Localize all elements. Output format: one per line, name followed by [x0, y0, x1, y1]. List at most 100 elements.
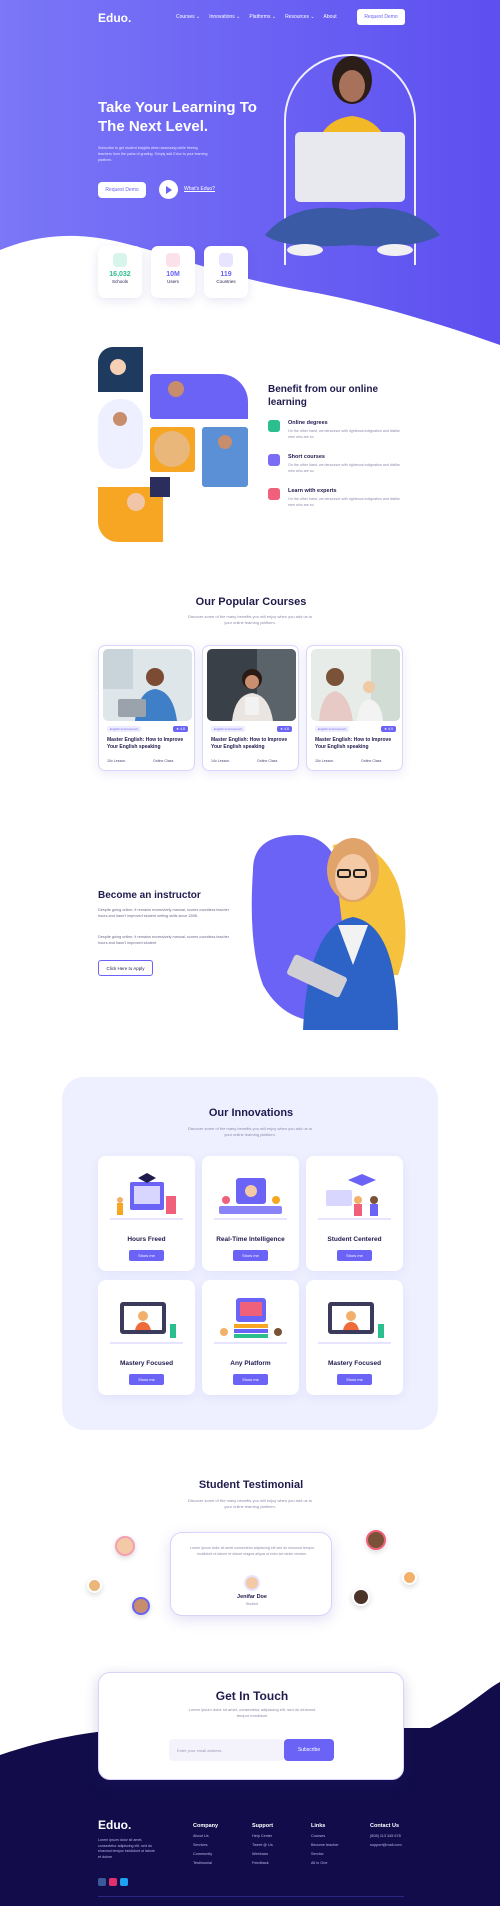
innovation-title: Mastery Focused: [327, 1360, 382, 1367]
course-title[interactable]: Master English: How to Improve Your Engl…: [211, 737, 295, 751]
testimonial-avatar[interactable]: [402, 1570, 417, 1585]
innovation-card[interactable]: Any Platform Show me: [202, 1280, 299, 1395]
play-video-icon[interactable]: [159, 180, 178, 199]
footer-link[interactable]: Courses: [311, 1834, 339, 1838]
nav-courses[interactable]: Courses ⌄: [176, 14, 200, 20]
course-rating: ★ 4.9: [381, 726, 396, 732]
testimonial-avatar[interactable]: [352, 1588, 370, 1606]
footer-link[interactable]: Feedback: [252, 1861, 273, 1865]
footer-link[interactable]: Service: [311, 1852, 339, 1856]
course-tag: English Improvement: [315, 726, 350, 732]
course-card[interactable]: English Improvement ★ 4.8 Master English…: [98, 645, 195, 771]
degree-icon: [268, 420, 280, 432]
page: Eduo. Courses ⌄ Innovations ⌄ Platforms …: [0, 0, 500, 1906]
course-tag: English Improvement: [107, 726, 142, 732]
courses-title: Our Popular Courses: [195, 596, 307, 608]
course-card[interactable]: English Improvement ★ 4.8 Master English…: [202, 645, 299, 771]
request-demo-nav-button[interactable]: Request Demo: [357, 9, 405, 25]
footer-description: Lorem ipsum dolor sit amet, consectetur …: [98, 1838, 155, 1859]
innovation-title: Student Centered: [327, 1236, 382, 1243]
whats-eduo-link[interactable]: What's Eduo?: [184, 186, 215, 192]
innovation-title: Mastery Focused: [119, 1360, 174, 1367]
subscribe-button[interactable]: Subscribe: [284, 1739, 334, 1761]
footer-logo[interactable]: Eduo.: [98, 1818, 131, 1832]
reviewer-avatar: [244, 1575, 260, 1591]
footer-link[interactable]: Testimonial: [193, 1861, 218, 1865]
benefit-title: Benefit from our online learning: [268, 384, 378, 408]
nav-resources[interactable]: Resources ⌄: [285, 14, 314, 20]
testimonial-avatar[interactable]: [366, 1530, 386, 1550]
testimonial-avatar[interactable]: [132, 1597, 150, 1615]
show-me-button[interactable]: Show me: [129, 1250, 164, 1261]
nav-innovations[interactable]: Innovations ⌄: [209, 14, 240, 20]
footer-column-links: Links Courses Become teacher Service All…: [311, 1823, 339, 1865]
course-rating: ★ 4.8: [173, 726, 188, 732]
course-lessons: 14x Lesson: [211, 759, 230, 763]
courses-subtitle: Discover some of the many benefits you w…: [187, 614, 313, 625]
footer-link[interactable]: Help Center: [252, 1834, 273, 1838]
twitter-icon[interactable]: [120, 1878, 128, 1886]
logo[interactable]: Eduo.: [98, 11, 131, 25]
email-input[interactable]: Enter your email address: [169, 1739, 284, 1761]
hero-student-photo: [265, 54, 440, 265]
footer-link[interactable]: Community: [193, 1852, 218, 1856]
nav-platforms[interactable]: Platforms ⌄: [249, 14, 276, 20]
stat-label: Countries: [216, 279, 236, 284]
hero-title: Take Your Learning To The Next Level.: [98, 99, 257, 135]
footer-phone[interactable]: (808) 113 345 678: [370, 1834, 402, 1838]
stat-label: Schools: [111, 279, 128, 284]
footer-column-contact: Contact Us (808) 113 345 678 support@mai…: [370, 1823, 402, 1847]
footer-column-company: Company About Us Services Community Test…: [193, 1823, 218, 1865]
request-demo-button[interactable]: Request Demo: [98, 182, 146, 198]
course-card[interactable]: English Improvement ★ 4.9 Master English…: [306, 645, 403, 771]
show-me-button[interactable]: Show me: [129, 1374, 164, 1385]
show-me-button[interactable]: Show me: [233, 1374, 268, 1385]
innovation-title: Real-Time Intelligence: [216, 1236, 285, 1243]
innovation-card[interactable]: Hours Freed Show me: [98, 1156, 195, 1271]
footer-column-title: Company: [193, 1823, 219, 1829]
course-image: [311, 649, 400, 721]
facebook-icon[interactable]: [98, 1878, 106, 1886]
course-lessons: 15x Lesson: [315, 759, 334, 763]
footer-link[interactable]: All in One: [311, 1861, 339, 1865]
footer-link[interactable]: Tweet @ Us: [252, 1843, 273, 1847]
course-mode: Online Class: [153, 759, 174, 763]
benefit-item-desc: On the other hand, we denounce with righ…: [288, 463, 400, 473]
footer-link[interactable]: Become teacher: [311, 1843, 339, 1847]
footer-link[interactable]: About Us: [193, 1834, 218, 1838]
course-icon: [268, 454, 280, 466]
course-mode: Online Class: [361, 759, 382, 763]
innovation-title: Any Platform: [230, 1360, 271, 1367]
show-me-button[interactable]: Show me: [337, 1374, 372, 1385]
footer-link[interactable]: Webinars: [252, 1852, 273, 1856]
innovation-card[interactable]: Mastery Focused Show me: [98, 1280, 195, 1395]
course-image: [103, 649, 192, 721]
course-image: [207, 649, 296, 721]
footer-column-title: Links: [311, 1823, 326, 1829]
footer-email[interactable]: support@mail.com: [370, 1843, 402, 1847]
nav-about[interactable]: About: [324, 14, 337, 20]
innovation-card[interactable]: Real-Time Intelligence Show me: [202, 1156, 299, 1271]
reviewer-name: Jenifar Doe: [237, 1594, 267, 1600]
stat-countries: 119 Countries: [204, 246, 248, 298]
stat-value: 16,032: [109, 271, 131, 278]
innovations-title: Our Innovations: [208, 1107, 294, 1119]
show-me-button[interactable]: Show me: [337, 1250, 372, 1261]
course-title[interactable]: Master English: How to Improve Your Engl…: [315, 737, 399, 751]
testimonial-card: Lorem ipsum dolor sit amet consectetur a…: [170, 1532, 332, 1616]
testimonial-avatar[interactable]: [115, 1536, 135, 1556]
realtime-intelligence-illustration-icon: [214, 1178, 287, 1220]
testimonial-avatar[interactable]: [87, 1578, 102, 1593]
footer-link[interactable]: Services: [193, 1843, 218, 1847]
instagram-icon[interactable]: [109, 1878, 117, 1886]
course-title[interactable]: Master English: How to Improve Your Engl…: [107, 737, 191, 751]
course-mode: Online Class: [257, 759, 278, 763]
school-icon: [113, 253, 127, 267]
student-centered-illustration-icon: [318, 1174, 391, 1220]
apply-button[interactable]: Click Here to Apply: [98, 960, 153, 976]
show-me-button[interactable]: Show me: [233, 1250, 268, 1261]
innovation-card[interactable]: Student Centered Show me: [306, 1156, 403, 1271]
innovation-card[interactable]: Mastery Focused Show me: [306, 1280, 403, 1395]
benefit-item-title: Learn with experts: [288, 488, 337, 494]
mastery-illustration-icon: [318, 1302, 391, 1344]
